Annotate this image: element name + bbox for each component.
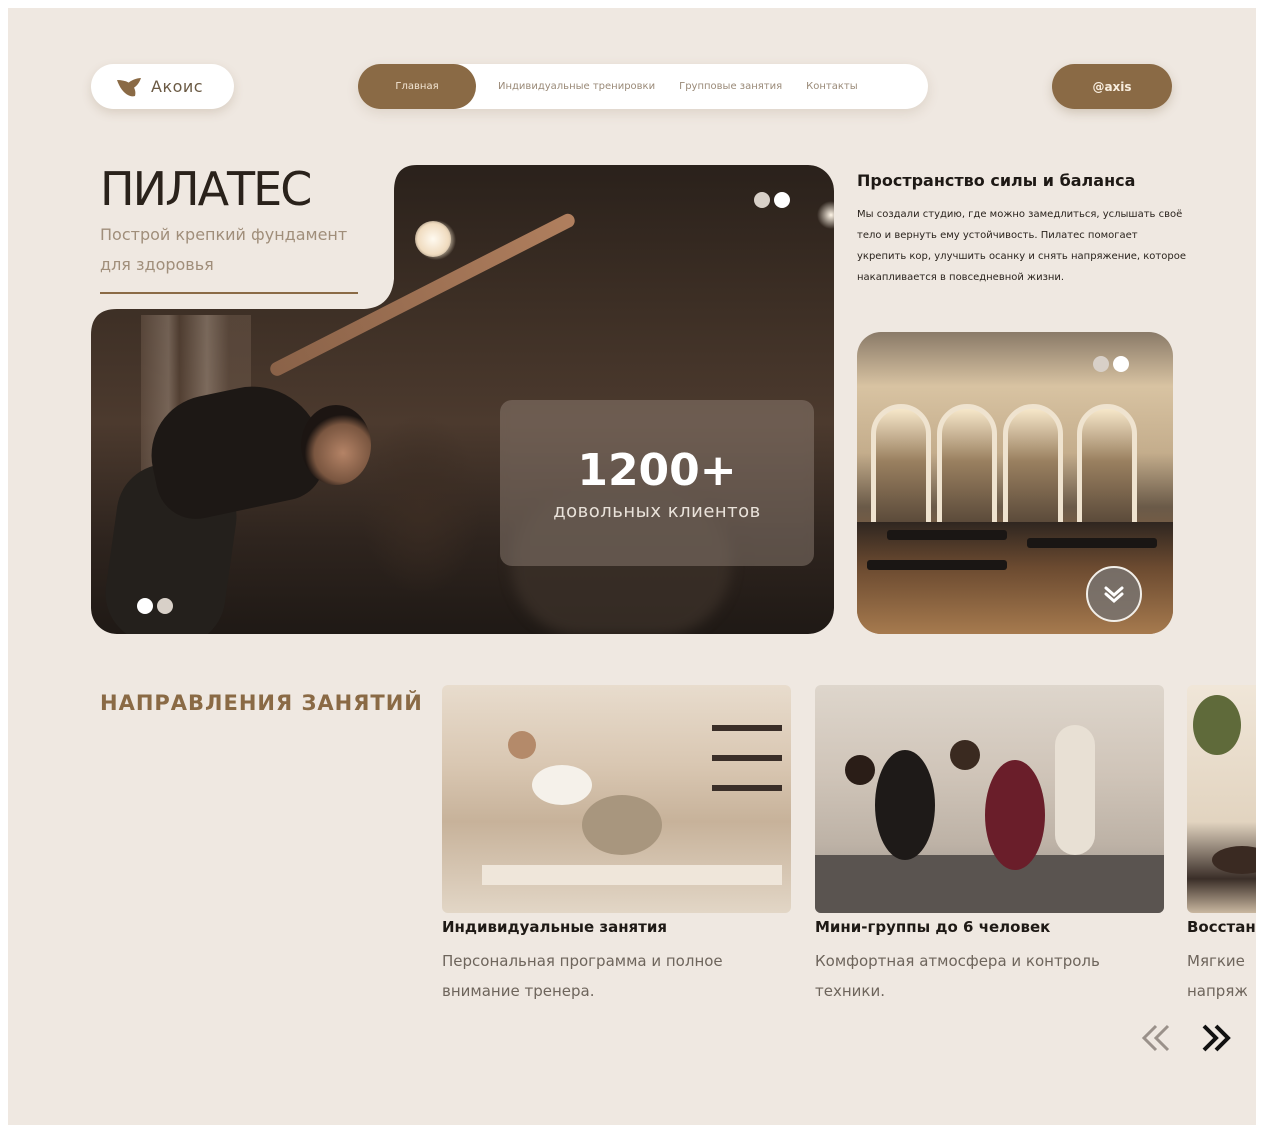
logo-text: Акоис bbox=[151, 77, 204, 96]
carousel-dot[interactable] bbox=[1113, 356, 1129, 372]
carousel-dot[interactable] bbox=[754, 192, 770, 208]
card-title: Мини-группы до 6 человек bbox=[815, 918, 1051, 936]
card-title: Восстан bbox=[1187, 918, 1256, 936]
card-illustration bbox=[482, 725, 782, 885]
carousel-dot[interactable] bbox=[157, 598, 173, 614]
about-text: Мы создали студию, где можно замедлиться… bbox=[857, 209, 1186, 283]
reformer bbox=[887, 530, 1007, 540]
logo[interactable]: Акоис bbox=[91, 64, 234, 109]
nav-item-individual[interactable]: Индивидуальные тренировки bbox=[486, 81, 667, 92]
hero-figure-head bbox=[301, 405, 371, 485]
scroll-down-button[interactable] bbox=[1086, 566, 1142, 622]
lamp bbox=[415, 221, 451, 257]
carousel-arrows bbox=[1136, 1018, 1236, 1058]
hero-title: ПИЛАТЕС bbox=[100, 162, 312, 216]
directions-title: НАПРАВЛЕНИЯ ЗАНЯТИЙ bbox=[100, 691, 423, 715]
stats-label: довольных клиентов bbox=[553, 500, 761, 522]
main-nav: Главная Индивидуальные тренировки Группо… bbox=[358, 64, 928, 109]
stats-card: 1200+ довольных клиентов bbox=[500, 400, 814, 566]
page: Акоис Главная Индивидуальные тренировки … bbox=[8, 8, 1256, 1125]
card-text: Персональная программа и полное внимание… bbox=[442, 952, 723, 1000]
card-image-mini-groups[interactable] bbox=[815, 685, 1164, 913]
card-image-individual[interactable] bbox=[442, 685, 791, 913]
stats-number: 1200+ bbox=[577, 444, 737, 496]
card-image-recovery[interactable] bbox=[1187, 685, 1256, 913]
double-chevron-left-icon[interactable] bbox=[1136, 1018, 1176, 1058]
carousel-dot[interactable] bbox=[774, 192, 790, 208]
reformer bbox=[1027, 538, 1157, 548]
reformer bbox=[867, 560, 1007, 570]
social-button[interactable]: @axis bbox=[1052, 64, 1172, 109]
card-title: Индивидуальные занятия bbox=[442, 918, 668, 936]
leaf-icon bbox=[117, 77, 141, 96]
nav-item-group[interactable]: Групповые занятия bbox=[667, 81, 794, 92]
hero-bottom-dots[interactable] bbox=[137, 598, 173, 614]
hero-divider bbox=[100, 292, 358, 294]
nav-item-contacts[interactable]: Контакты bbox=[794, 81, 869, 92]
card-text: Комфортная атмосфера и контроль техники. bbox=[815, 952, 1100, 1000]
double-chevron-right-icon[interactable] bbox=[1196, 1018, 1236, 1058]
card-illustration bbox=[1193, 695, 1256, 874]
hero-subtitle: Построй крепкий фундамент для здоровья bbox=[100, 225, 348, 274]
chevron-down-icon bbox=[1104, 586, 1124, 603]
carousel-dot[interactable] bbox=[137, 598, 153, 614]
card-text: Мягкие напряже bbox=[1187, 952, 1247, 1000]
nav-item-home[interactable]: Главная bbox=[358, 64, 476, 109]
studio-dots[interactable] bbox=[1093, 356, 1129, 372]
about-title: Пространство силы и баланса bbox=[857, 171, 1136, 190]
carousel-dot[interactable] bbox=[1093, 356, 1109, 372]
card-illustration bbox=[815, 725, 1164, 913]
hero-top-dots[interactable] bbox=[754, 192, 790, 208]
